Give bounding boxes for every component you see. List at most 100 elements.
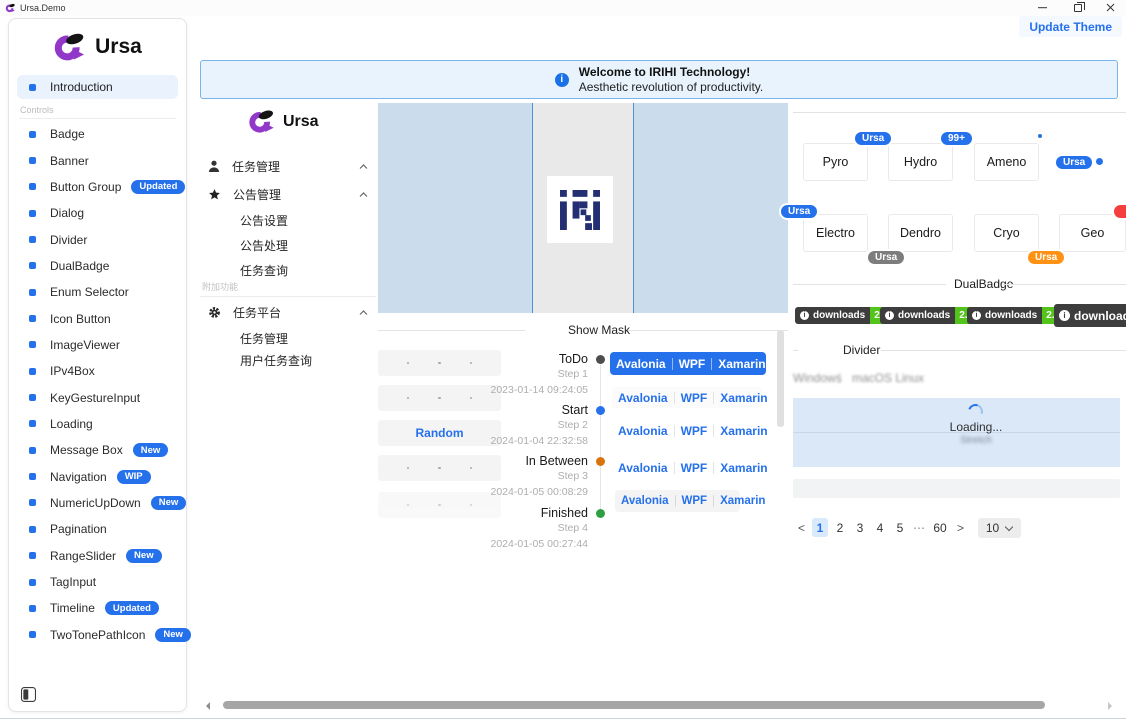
wpf-button[interactable]: WPF (675, 391, 714, 405)
sidebar-item-message-box[interactable]: Message BoxNew (9, 437, 186, 463)
page-button-5[interactable]: 5 (892, 518, 908, 537)
badge-card-cryo[interactable]: Cryo (974, 214, 1039, 252)
sidebar-item-divider[interactable]: Divider (9, 226, 186, 252)
horizontal-scrollbar-thumb[interactable] (223, 701, 1045, 709)
sidebar-item-enum-selector[interactable]: Enum Selector (9, 279, 186, 305)
image-viewer[interactable] (378, 103, 788, 313)
xamarin-button[interactable]: Xamarin (714, 495, 771, 507)
scroll-right-arrow[interactable] (1108, 702, 1116, 710)
menu-item-user-task-query[interactable]: 用户任务查询 (200, 349, 378, 371)
sidebar: Ursa Introduction Controls Badge Banner … (8, 18, 187, 712)
menu-item-task-query[interactable]: 任务查询 (200, 259, 378, 281)
sidebar-item-introduction[interactable]: Introduction (17, 75, 178, 99)
sidebar-item-keygestureinput[interactable]: KeyGestureInput (9, 384, 186, 410)
sidebar-item-numericupdown[interactable]: NumericUpDownNew (9, 490, 186, 516)
sidebar-item-timeline[interactable]: TimelineUpdated (9, 595, 186, 621)
chevron-up-icon (359, 305, 368, 319)
bullet-icon (29, 394, 36, 401)
wpf-button[interactable]: WPF (675, 424, 714, 438)
sidebar-item-navigation[interactable]: NavigationWIP (9, 463, 186, 489)
avalonia-button[interactable]: Avalonia (615, 495, 675, 507)
sidebar-item-dialog[interactable]: Dialog (9, 200, 186, 226)
scroll-left-arrow[interactable] (202, 702, 210, 710)
sidebar-item-banner[interactable]: Banner (9, 147, 186, 173)
page-button-4[interactable]: 4 (872, 518, 888, 537)
sidebar-item-taginput[interactable]: TagInput (9, 569, 186, 595)
vertical-scrollbar-thumb[interactable] (777, 330, 784, 427)
badge-dot (1036, 132, 1044, 140)
sidebar-item-button-group[interactable]: Button GroupUpdated (9, 174, 186, 200)
wpf-button[interactable]: WPF (673, 357, 712, 371)
badge-card-geo[interactable]: Geo (1059, 214, 1126, 252)
page-button-1[interactable]: 1 (812, 518, 828, 537)
badge-card-pyro[interactable]: Pyro (803, 143, 868, 181)
chevron-up-icon (359, 187, 368, 201)
sidebar-item-ipv4box[interactable]: IPv4Box (9, 358, 186, 384)
badge-card-dendro[interactable]: Dendro (888, 214, 953, 252)
loading-text: Loading... (950, 420, 1003, 434)
badge-ursa: Ursa (779, 203, 819, 220)
skeleton-row (378, 492, 501, 518)
page-size-select[interactable]: 10 (978, 518, 1021, 538)
bullet-icon (29, 631, 36, 638)
welcome-banner: i Welcome to IRIHI Technology! Aesthetic… (200, 60, 1118, 99)
badge-card-ameno[interactable]: Ameno (974, 143, 1039, 181)
avalonia-button[interactable]: Avalonia (610, 357, 672, 371)
xamarin-button[interactable]: Xamarin (714, 391, 773, 405)
page-button-60[interactable]: 60 (930, 518, 950, 537)
avalonia-button[interactable]: Avalonia (612, 424, 674, 438)
badge-card-hydro[interactable]: Hydro (888, 143, 953, 181)
divider-line (378, 330, 530, 331)
xamarin-button[interactable]: Xamarin (712, 357, 771, 371)
menu-item-task-platform[interactable]: 任务平台 (200, 301, 378, 323)
sidebar-section-controls: Controls (19, 105, 176, 119)
bullet-icon (29, 341, 36, 348)
timeline-entry-in-between: In Between Step 3 2024-01-05 00:08:29 (488, 454, 588, 500)
menu-item-announcement-settings[interactable]: 公告设置 (200, 209, 378, 231)
avalonia-button[interactable]: Avalonia (612, 391, 674, 405)
sidebar-item-dualbadge[interactable]: DualBadge (9, 253, 186, 279)
wpf-button[interactable]: WPF (675, 461, 714, 475)
avalonia-button[interactable]: Avalonia (612, 461, 674, 475)
sidebar-item-loading[interactable]: Loading (9, 411, 186, 437)
xamarin-button[interactable]: Xamarin (714, 424, 773, 438)
xamarin-button[interactable]: Xamarin (714, 461, 773, 475)
sidebar-item-twotonepathicon[interactable]: TwoTonePathIconNew (9, 622, 186, 648)
menu-item-task-management-sub[interactable]: 任务管理 (200, 327, 378, 349)
divider-toggle-label: Divider (843, 343, 880, 357)
sidebar-collapse-button[interactable] (21, 687, 36, 702)
maximize-button[interactable] (1068, 0, 1088, 15)
divider-line (881, 350, 1126, 351)
image-viewer-mask-right (633, 103, 788, 313)
sidebar-item-imageviewer[interactable]: ImageViewer (9, 332, 186, 358)
minimize-button[interactable] (1032, 0, 1052, 15)
sidebar-item-badge[interactable]: Badge (9, 121, 186, 147)
loading-overlay: Stretch Loading... (793, 398, 1120, 467)
next-page-button[interactable]: > (954, 518, 967, 537)
badge-dot (1096, 158, 1103, 165)
page-button-3[interactable]: 3 (852, 518, 868, 537)
ellipsis-icon: ⋯ (912, 521, 926, 535)
sidebar-item-pagination[interactable]: Pagination (9, 516, 186, 542)
timeline-dot-todo (596, 355, 605, 364)
ursa-logo-icon (248, 109, 276, 134)
timeline-entry-finished: Finished Step 4 2024-01-05 00:27:44 (488, 506, 588, 552)
page-button-2[interactable]: 2 (832, 518, 848, 537)
tag-updated: Updated (131, 180, 185, 194)
bullet-icon (29, 368, 36, 375)
menu-item-announcement-processing[interactable]: 公告处理 (200, 234, 378, 256)
wpf-button[interactable]: WPF (676, 495, 714, 507)
prev-page-button[interactable]: < (795, 518, 808, 537)
update-theme-button[interactable]: Update Theme (1019, 16, 1122, 37)
banner-title: Welcome to IRIHI Technology! (579, 65, 764, 80)
close-button[interactable] (1100, 0, 1120, 15)
random-button[interactable]: Random (378, 420, 501, 446)
bullet-icon (29, 236, 36, 243)
sidebar-item-icon-button[interactable]: Icon Button (9, 305, 186, 331)
menu-item-announcement-management[interactable]: 公告管理 (200, 183, 378, 205)
sidebar-item-rangeslider[interactable]: RangeSliderNew (9, 543, 186, 569)
divider-demo-macos-linux: macOS Linux (852, 371, 924, 385)
person-icon (208, 160, 220, 173)
menu-item-task-management[interactable]: 任务管理 (200, 155, 378, 177)
banner-text: Welcome to IRIHI Technology! Aesthetic r… (579, 65, 764, 95)
